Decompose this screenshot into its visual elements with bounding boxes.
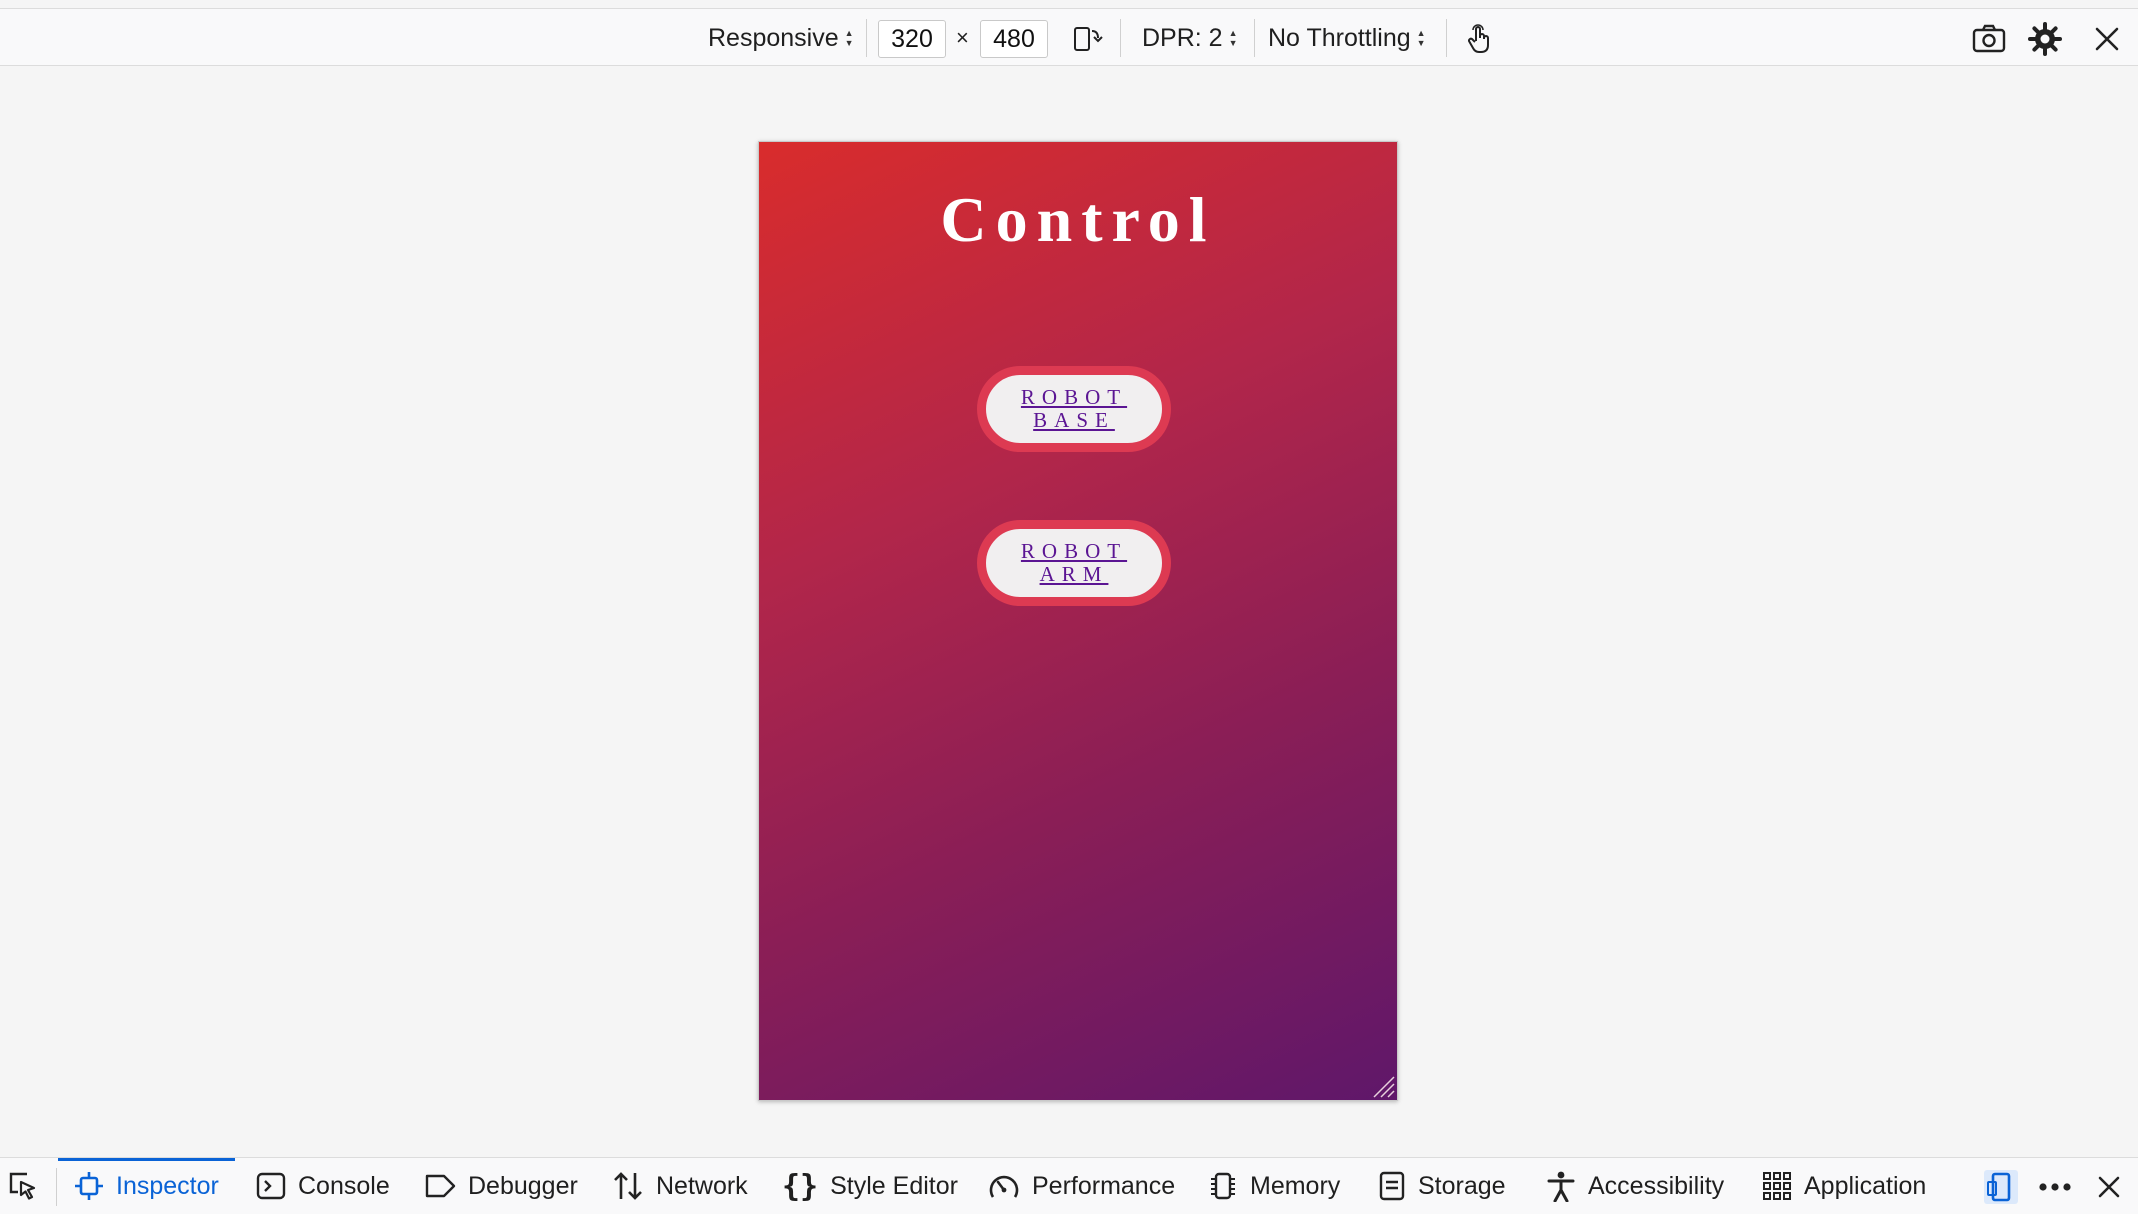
robot-arm-line1: ROBOT xyxy=(1020,539,1128,563)
resize-grip-icon[interactable] xyxy=(1369,1072,1395,1098)
throttling-label: No Throttling xyxy=(1268,23,1411,52)
viewport-height-input[interactable]: 480 xyxy=(980,20,1048,58)
device-selector-label: Responsive xyxy=(708,23,839,52)
close-devtools-button[interactable] xyxy=(2092,1170,2126,1204)
memory-icon xyxy=(1208,1171,1238,1201)
devtools-tab-bar: Inspector Console Debugger Network {} St… xyxy=(0,1157,2138,1214)
tab-label: Accessibility xyxy=(1588,1171,1725,1200)
robot-arm-link[interactable]: ROBOT ARM xyxy=(1021,540,1127,586)
toolbar-divider xyxy=(866,19,867,57)
device-viewport: Control ROBOT BASE ROBOT ARM xyxy=(758,141,1398,1101)
tab-label: Inspector xyxy=(116,1171,219,1200)
device-selector[interactable]: Responsive ▲ ▼ xyxy=(708,9,854,67)
robot-arm-button[interactable]: ROBOT ARM xyxy=(977,520,1171,606)
toolbar-divider xyxy=(1254,19,1255,57)
tab-performance[interactable]: Performance xyxy=(988,1158,1175,1214)
toolbar-divider xyxy=(1120,19,1121,57)
tab-label: Style Editor xyxy=(830,1171,958,1200)
tab-label: Storage xyxy=(1418,1171,1506,1200)
rotate-icon xyxy=(1074,27,1103,51)
settings-button[interactable] xyxy=(2028,22,2062,56)
performance-icon xyxy=(988,1171,1020,1201)
close-rdm-button[interactable] xyxy=(2090,22,2124,56)
tab-storage[interactable]: Storage xyxy=(1378,1158,1506,1214)
tab-label: Application xyxy=(1804,1171,1927,1200)
tab-label: Debugger xyxy=(468,1171,578,1200)
responsive-mode-toggle-button[interactable] xyxy=(1984,1170,2018,1204)
viewport-width-input[interactable]: 320 xyxy=(878,20,946,58)
throttling-selector[interactable]: No Throttling ▲ ▼ xyxy=(1268,9,1426,67)
toolbar-divider xyxy=(56,1168,57,1206)
screenshot-button[interactable] xyxy=(1972,22,2006,56)
dpr-label: DPR: 2 xyxy=(1142,23,1223,52)
dpr-selector[interactable]: DPR: 2 ▲ ▼ xyxy=(1142,9,1238,67)
style-editor-icon: {} xyxy=(782,1168,819,1204)
responsive-toolbar: Responsive ▲ ▼ 320 × 480 DPR: 2 ▲ ▼ No Thr… xyxy=(0,8,2138,66)
robot-base-line1: ROBOT xyxy=(1020,385,1128,409)
tab-console[interactable]: Console xyxy=(256,1158,390,1214)
tab-network[interactable]: Network xyxy=(612,1158,748,1214)
robot-arm-line2: ARM xyxy=(1039,562,1109,586)
close-icon xyxy=(2095,27,2119,51)
responsive-mode-icon xyxy=(1984,1170,2018,1204)
tab-label: Network xyxy=(656,1171,748,1200)
select-arrows-icon: ▲ ▼ xyxy=(1416,28,1426,48)
toolbar-divider xyxy=(1446,19,1447,57)
robot-base-line2: BASE xyxy=(1033,408,1115,432)
tab-style-editor[interactable]: {} Style Editor xyxy=(782,1158,958,1214)
touch-hand-icon xyxy=(1468,24,1489,53)
close-icon xyxy=(2098,1176,2120,1198)
tab-label: Console xyxy=(298,1171,390,1200)
element-picker-icon xyxy=(9,1172,36,1200)
rotate-viewport-button[interactable] xyxy=(1070,22,1104,56)
debugger-icon xyxy=(424,1173,456,1199)
inspector-icon xyxy=(74,1171,104,1201)
tab-label: Performance xyxy=(1032,1171,1176,1200)
robot-base-link[interactable]: ROBOT BASE xyxy=(1021,386,1127,432)
accessibility-icon xyxy=(1546,1170,1576,1202)
tab-accessibility[interactable]: Accessibility xyxy=(1546,1158,1724,1214)
robot-base-button[interactable]: ROBOT BASE xyxy=(977,366,1171,452)
camera-icon xyxy=(1972,24,2006,53)
tab-application[interactable]: Application xyxy=(1762,1158,1926,1214)
select-arrows-icon: ▲ ▼ xyxy=(1228,28,1238,48)
tab-debugger[interactable]: Debugger xyxy=(424,1158,578,1214)
network-icon xyxy=(612,1171,644,1201)
page-title: Control xyxy=(940,184,1216,255)
storage-icon xyxy=(1378,1171,1406,1201)
more-options-button[interactable] xyxy=(2038,1170,2072,1204)
element-picker-button[interactable] xyxy=(6,1169,40,1203)
dimension-separator: × xyxy=(956,25,969,50)
tab-memory[interactable]: Memory xyxy=(1208,1158,1340,1214)
tab-inspector[interactable]: Inspector xyxy=(58,1158,235,1214)
console-icon xyxy=(256,1172,286,1200)
application-icon xyxy=(1762,1171,1792,1201)
tab-label: Memory xyxy=(1250,1171,1341,1200)
touch-simulation-button[interactable] xyxy=(1463,22,1497,56)
gear-icon xyxy=(2028,22,2062,56)
select-arrows-icon: ▲ ▼ xyxy=(844,28,854,48)
ellipsis-icon xyxy=(2039,1183,2071,1191)
